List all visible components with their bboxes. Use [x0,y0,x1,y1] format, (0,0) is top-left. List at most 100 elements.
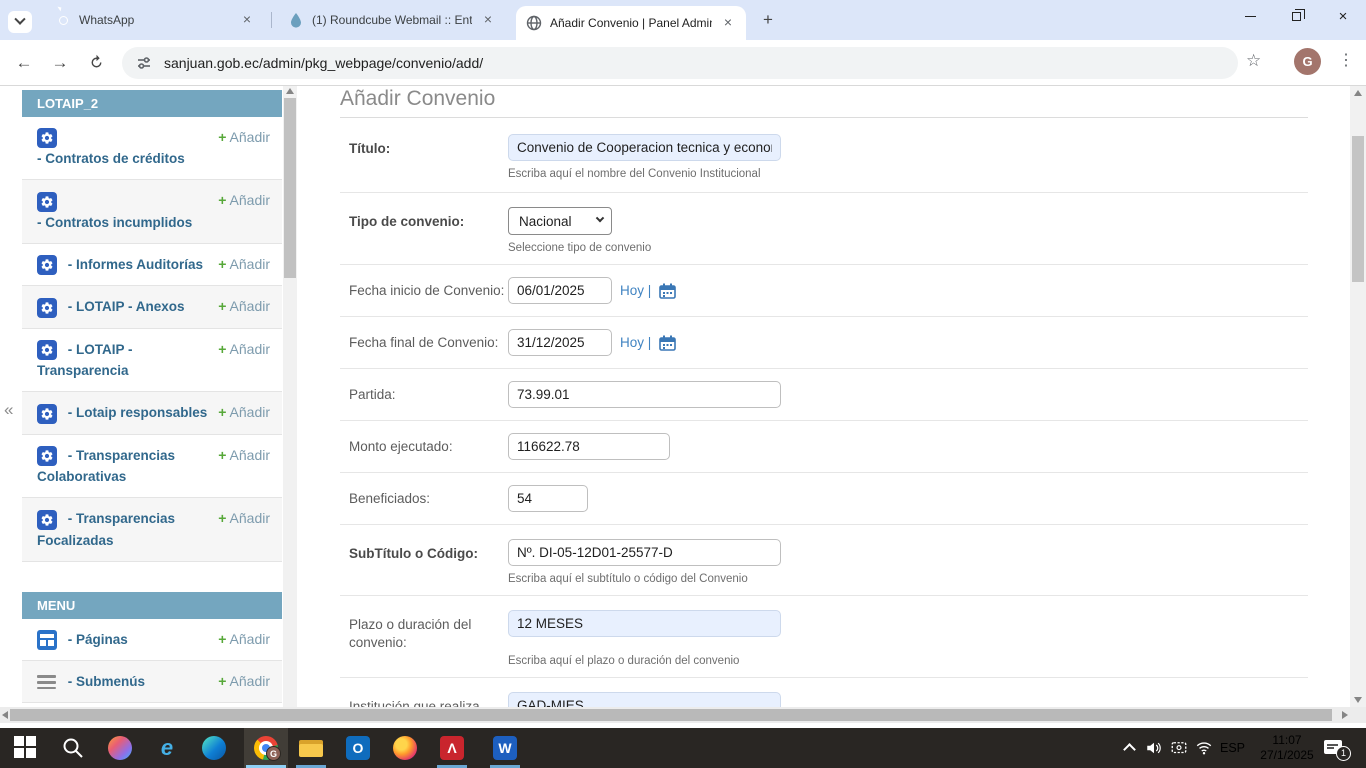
scrollbar-thumb[interactable] [284,98,296,278]
scroll-up-arrow[interactable] [286,88,294,94]
minimize-icon [1244,15,1256,17]
form-row-fecha-inicio: Fecha inicio de Convenio: Hoy | [340,265,1308,317]
site-settings-icon[interactable] [136,55,152,71]
language-indicator[interactable]: ESP [1220,741,1245,755]
volume-icon[interactable] [1145,739,1163,762]
titulo-input[interactable] [508,134,781,161]
sidebar-item-lotaip-responsables[interactable]: + Añadir - Lotaip responsables [22,392,282,435]
word-icon: W [493,736,517,760]
field-label: SubTítulo o Código: [349,546,478,561]
tipo-convenio-select[interactable]: Nacional [508,207,612,235]
add-link[interactable]: + Añadir [218,671,270,692]
address-bar[interactable]: sanjuan.gob.ec/admin/pkg_webpage/conveni… [122,47,1238,79]
add-link[interactable]: + Añadir [218,127,270,148]
edge-button[interactable] [202,736,226,760]
tab-anadir-convenio[interactable]: Añadir Convenio | Panel Admini × [516,6,746,40]
close-tab-icon[interactable]: × [720,15,736,31]
add-link[interactable]: + Añadir [218,296,270,317]
tab-whatsapp[interactable]: WhatsApp × [45,0,265,40]
word-button[interactable]: W [493,736,517,760]
start-button[interactable] [14,736,38,760]
sidebar-item-paginas[interactable]: + Añadir - Páginas [22,618,282,661]
add-link[interactable]: + Añadir [218,339,270,360]
wifi-icon[interactable] [1195,739,1213,762]
close-window-button[interactable]: × [1320,0,1366,32]
sidebar-item-lotaip-transparencia[interactable]: + Añadir - LOTAIP - Transparencia [22,328,282,393]
internet-explorer-button[interactable]: e [155,736,179,760]
add-link[interactable]: + Añadir [218,508,270,529]
chrome-active-highlight[interactable]: G [244,728,288,768]
add-link[interactable]: + Añadir [218,629,270,650]
partida-input[interactable] [508,381,781,408]
monto-ejecutado-input[interactable] [508,433,670,460]
calendar-icon[interactable] [659,335,676,351]
field-helper: Seleccione tipo de convenio [508,242,652,254]
sidebar-item-submenus[interactable]: + Añadir - Submenús [22,660,282,703]
calendar-icon[interactable] [659,283,676,299]
file-explorer-button[interactable] [299,736,323,760]
copilot-button[interactable] [108,736,132,760]
hoy-link[interactable]: Hoy | [620,283,651,298]
acrobat-button[interactable]: Λ [440,736,464,760]
scroll-up-arrow[interactable] [1354,90,1362,96]
add-link[interactable]: + Añadir [218,402,270,423]
field-control [508,433,1308,460]
outlook-button[interactable]: O [346,736,370,760]
gear-icon [37,509,57,530]
add-link[interactable]: + Añadir [218,445,270,466]
tab-search-button[interactable] [8,11,32,33]
hoy-link[interactable]: Hoy | [620,335,651,350]
scroll-right-arrow[interactable] [1342,711,1348,719]
subtitulo-input[interactable] [508,539,781,566]
connect-display-icon[interactable] [1170,739,1188,762]
horizontal-scrollbar[interactable] [0,707,1366,723]
sidebar-item-informes-auditorias[interactable]: + Añadir - Informes Auditorías [22,243,282,287]
add-link[interactable]: + Añadir [218,190,270,211]
add-link[interactable]: + Añadir [218,254,270,275]
maximize-button[interactable] [1273,0,1319,32]
plus-icon: + [218,340,227,357]
plus-icon: + [218,510,227,527]
scrollbar-thumb[interactable] [1352,136,1364,282]
sidebar-item-transparencias-focalizadas[interactable]: + Añadir - Transparencias Focalizadas [22,498,282,562]
sidebar-collapse-chevron[interactable]: « [4,400,13,420]
new-tab-button[interactable]: + [756,8,780,32]
url-text[interactable]: sanjuan.gob.ec/admin/pkg_webpage/conveni… [164,55,483,71]
add-label: Añadir [229,298,270,315]
vertical-scrollbar[interactable] [1350,86,1366,707]
bookmark-star-icon[interactable]: ☆ [1246,51,1261,71]
back-button[interactable]: ← [12,51,36,75]
sidebar-item-transparencias-colaborativas[interactable]: + Añadir - Transparencias Colaborativas [22,434,282,499]
fecha-final-input[interactable] [508,329,612,356]
globe-icon [526,15,542,31]
scrollbar-thumb[interactable] [10,709,1332,721]
sidebar-item-lotaip-anexos[interactable]: + Añadir - LOTAIP - Anexos [22,286,282,329]
browser-menu-icon[interactable]: ⋮ [1338,50,1354,70]
fecha-inicio-input[interactable] [508,277,612,304]
close-tab-icon[interactable]: × [480,12,496,28]
tray-chevron-up-icon[interactable] [1123,743,1136,756]
sidebar-item-label: - Informes Auditorías [67,256,204,272]
search-icon [61,736,85,760]
scroll-down-arrow[interactable] [1354,697,1362,703]
search-button[interactable] [61,736,85,760]
plazo-input[interactable] [508,610,781,637]
sidebar-item-contratos-incumplidos[interactable]: + Añadir - Contratos incumplidos [22,180,282,244]
plus-icon: + [218,446,227,463]
sidebar-item-contratos-creditos[interactable]: + Añadir - Contratos de créditos [22,117,282,181]
sidebar-scrollbar[interactable] [283,86,297,707]
scroll-left-arrow[interactable] [2,711,8,719]
reload-button[interactable] [84,51,108,75]
beneficiados-input[interactable] [508,485,588,512]
add-label: Añadir [229,672,270,689]
taskbar-clock[interactable]: 11:07 27/1/2025 [1256,733,1318,763]
firefox-button[interactable] [393,736,417,760]
copilot-icon [108,736,132,760]
form-row-beneficiados: Beneficiados: [340,473,1308,525]
gear-icon [37,403,57,424]
profile-avatar[interactable]: G [1294,48,1321,75]
tab-roundcube[interactable]: (1) Roundcube Webmail :: Entra × [278,0,506,40]
minimize-button[interactable] [1227,0,1273,32]
close-tab-icon[interactable]: × [239,12,255,28]
forward-button[interactable]: → [48,51,72,75]
